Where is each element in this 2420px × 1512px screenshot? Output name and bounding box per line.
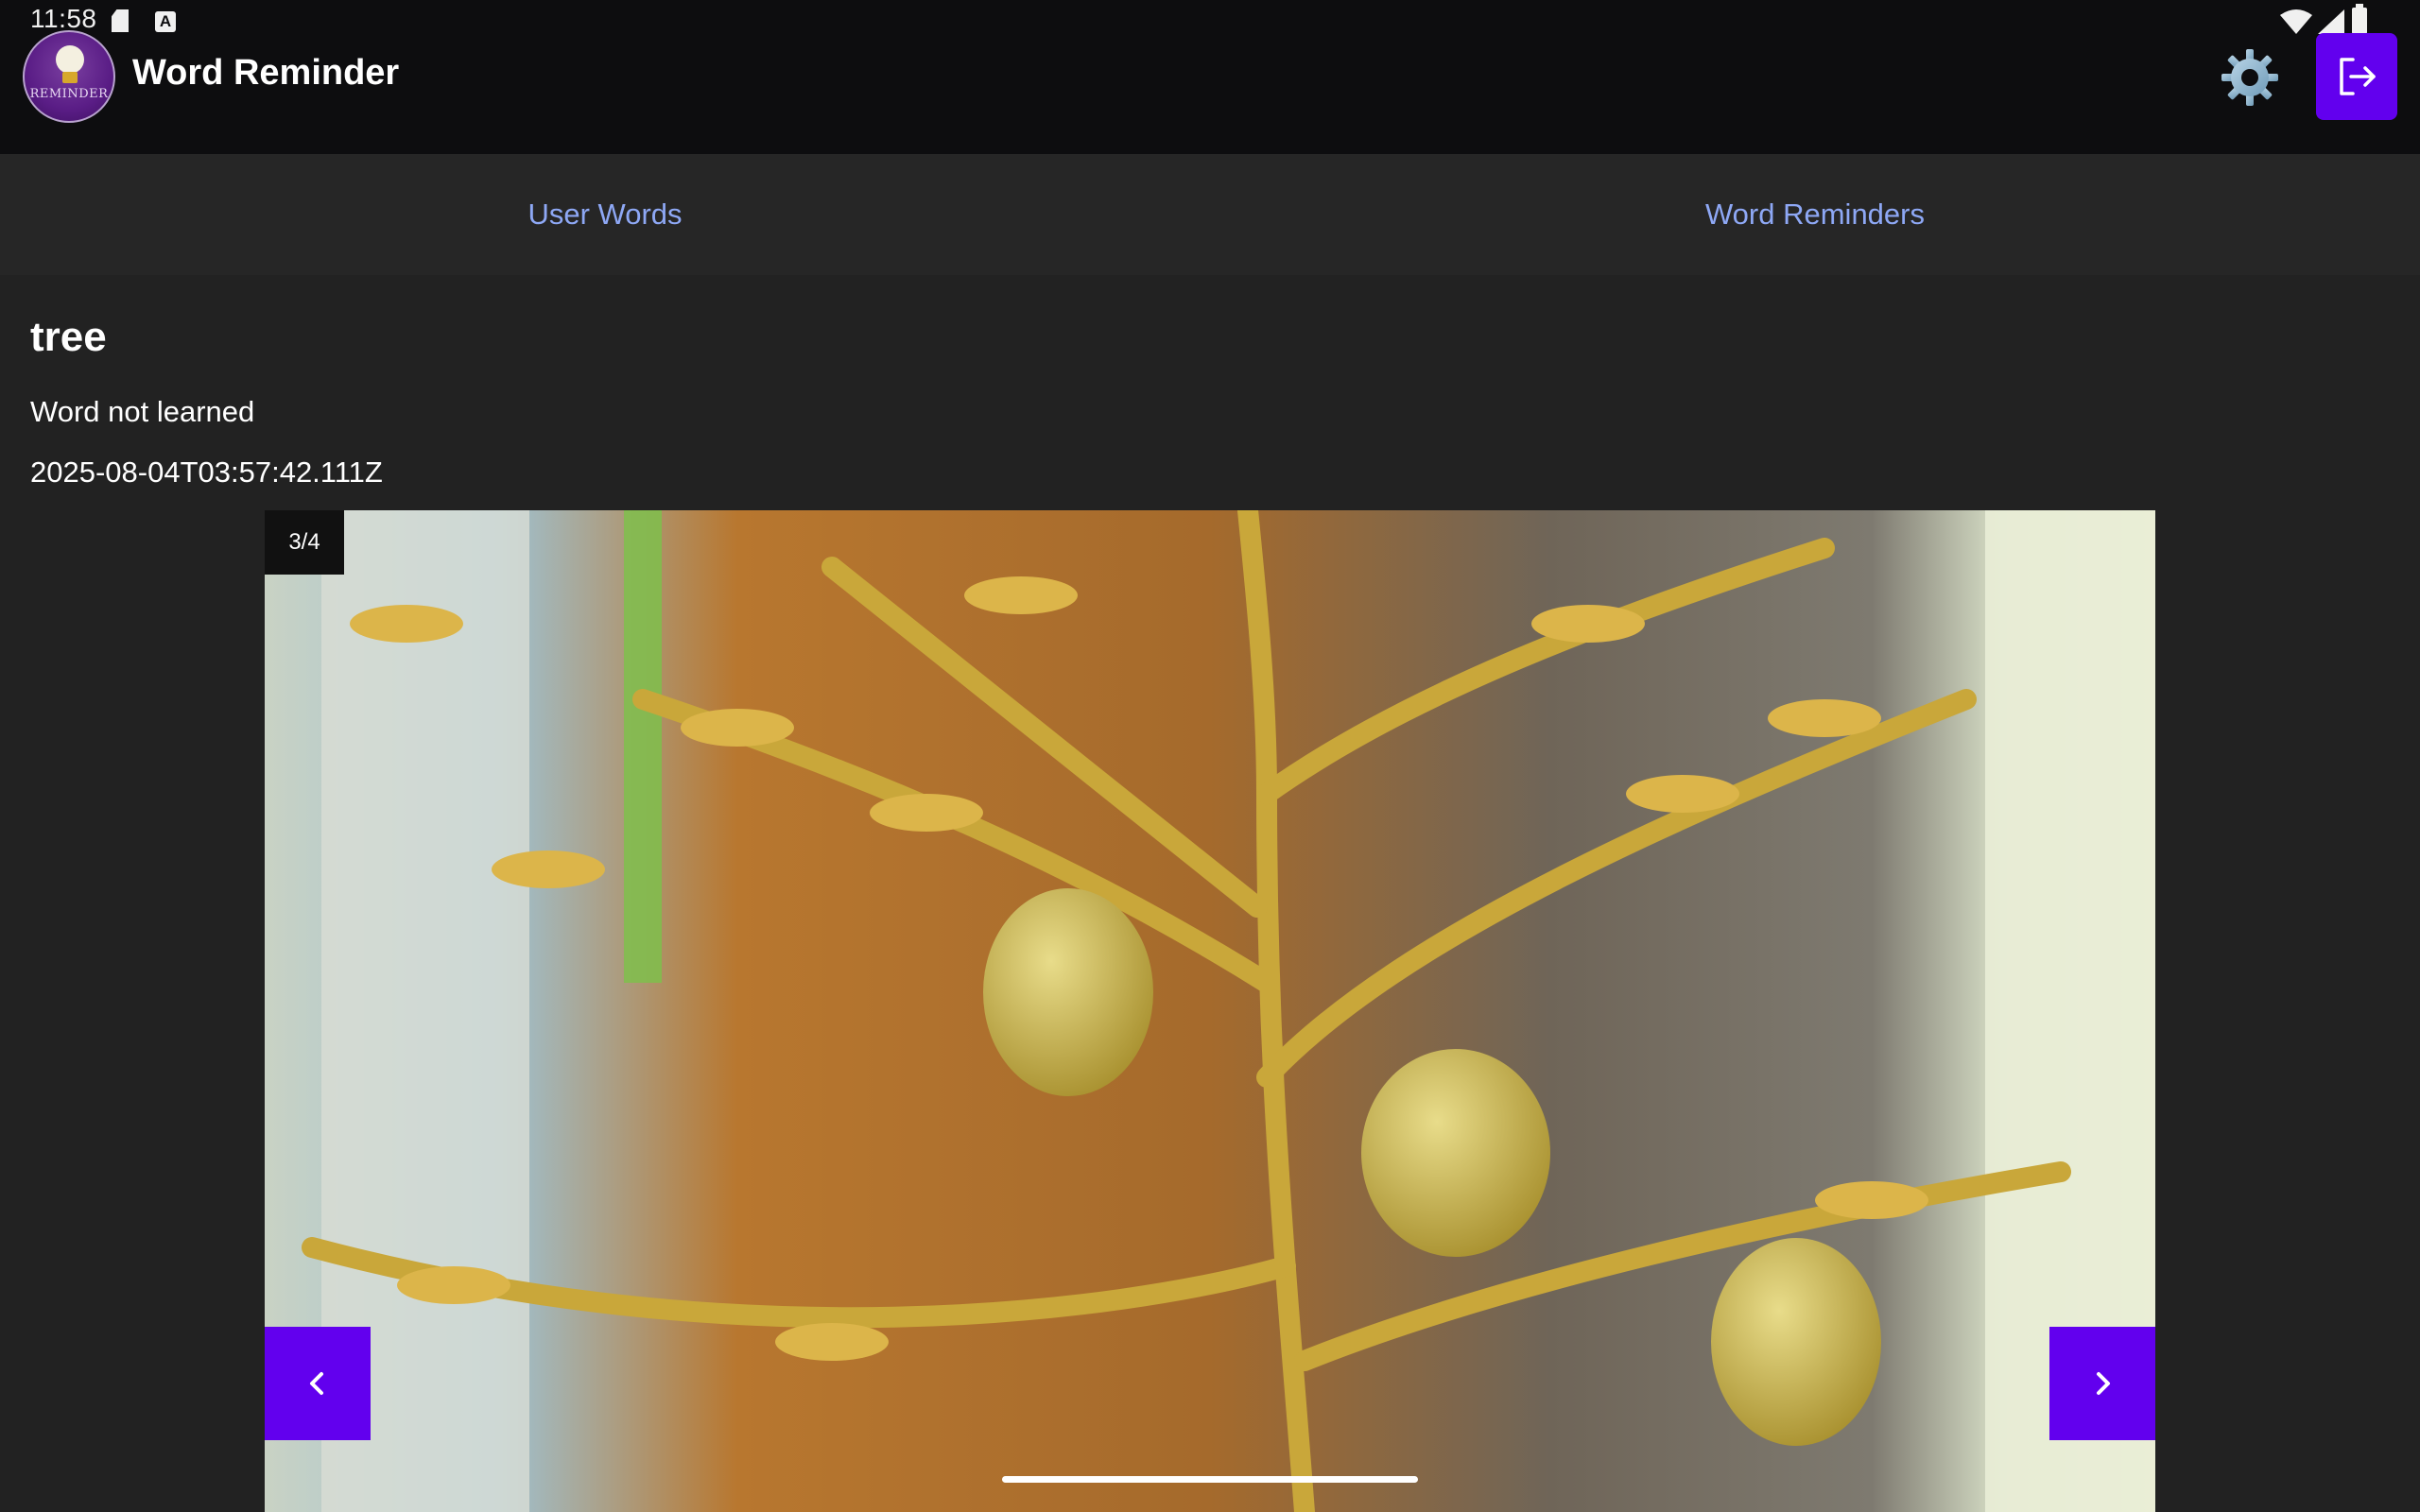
- status-bar: 11:58 A: [0, 0, 2420, 43]
- status-time: 11:58: [30, 4, 97, 33]
- chevron-right-icon: [2097, 1372, 2110, 1395]
- logout-button[interactable]: [2316, 33, 2397, 120]
- previous-image-button[interactable]: [265, 1327, 371, 1440]
- word-title: tree: [30, 314, 107, 360]
- image-counter: 3/4: [265, 510, 344, 575]
- top-app-bar: 11:58 A REMINDER Word Reminder: [0, 0, 2420, 154]
- word-learned-status: Word not learned: [30, 395, 255, 428]
- tab-user-words[interactable]: User Words: [0, 154, 1210, 275]
- image-carousel: 3/4: [265, 510, 2155, 1512]
- wifi-icon: [2280, 9, 2312, 34]
- tab-bar: User Words Word Reminders: [0, 154, 2420, 275]
- battery-icon: [2352, 4, 2367, 34]
- app-root: 11:58 A REMINDER Word Reminder User Word…: [0, 0, 2420, 1512]
- logout-icon: [2340, 58, 2376, 95]
- chevron-left-icon: [310, 1372, 323, 1395]
- gear-icon: [2221, 49, 2278, 106]
- word-image: [265, 510, 2155, 1512]
- logo-text: REMINDER: [29, 87, 109, 101]
- sd-card-icon: [112, 9, 129, 32]
- keyboard-a-icon: A: [155, 11, 176, 32]
- app-logo: REMINDER: [23, 30, 115, 123]
- app-title: Word Reminder: [132, 53, 400, 93]
- settings-button[interactable]: [2216, 43, 2284, 112]
- lightbulb-icon: [56, 45, 84, 74]
- cellular-signal-icon: [2318, 9, 2344, 34]
- word-created-date: 2025-08-04T03:57:42.111Z: [30, 455, 383, 489]
- home-indicator[interactable]: [1002, 1476, 1418, 1483]
- tab-word-reminders[interactable]: Word Reminders: [1210, 154, 2420, 275]
- next-image-button[interactable]: [2049, 1327, 2155, 1440]
